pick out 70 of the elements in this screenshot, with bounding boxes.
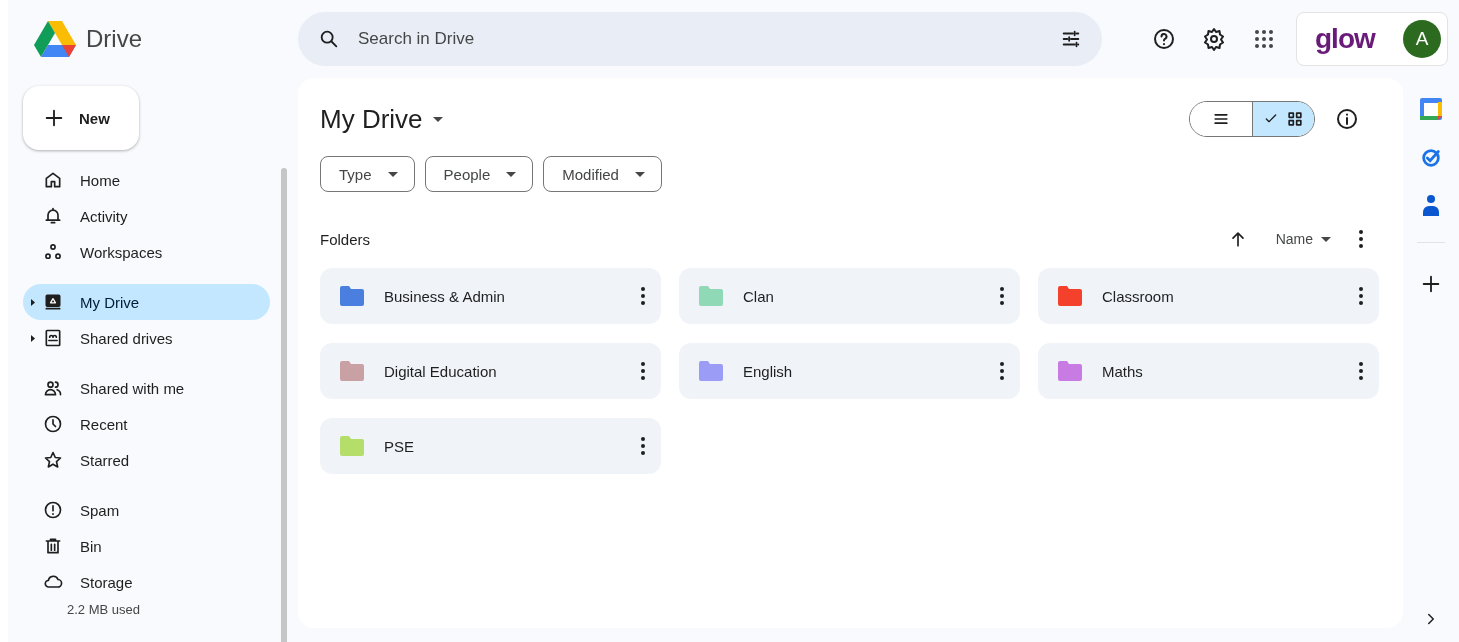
page-title[interactable]: My Drive bbox=[320, 103, 443, 135]
expand-arrow-icon[interactable] bbox=[31, 334, 35, 342]
plus-icon bbox=[1420, 273, 1442, 295]
sidebar-item[interactable]: Shared drives bbox=[23, 320, 270, 356]
settings-icon bbox=[1202, 27, 1226, 51]
folder-card[interactable]: Classroom bbox=[1038, 268, 1379, 324]
sidebar-item[interactable]: Workspaces bbox=[23, 234, 270, 270]
search-input[interactable]: Search in Drive bbox=[356, 28, 1044, 50]
filter-chip[interactable]: Type bbox=[320, 156, 415, 192]
plus-icon bbox=[43, 107, 65, 129]
sidebar-item[interactable]: Storage bbox=[23, 564, 270, 600]
filter-sliders-icon bbox=[1060, 28, 1082, 50]
workspaces-icon bbox=[43, 242, 63, 262]
caret-icon bbox=[634, 171, 645, 177]
search-field[interactable]: Search in Drive bbox=[298, 12, 1102, 66]
storage-text: 2.2 MB used bbox=[67, 602, 141, 617]
title-caret-icon bbox=[432, 116, 443, 122]
sidebar-item[interactable]: Bin bbox=[23, 528, 270, 564]
search-icon bbox=[318, 28, 340, 50]
caret-icon bbox=[506, 171, 517, 177]
trash-icon bbox=[43, 536, 63, 556]
folder-card[interactable]: PSE bbox=[320, 418, 661, 474]
sidebar-item[interactable]: Activity bbox=[23, 198, 270, 234]
account-avatar[interactable]: A bbox=[1403, 20, 1441, 58]
warning-icon bbox=[43, 500, 63, 520]
sidebar-item[interactable]: My Drive bbox=[23, 284, 270, 320]
caret-icon bbox=[1321, 236, 1331, 242]
new-button[interactable]: New bbox=[23, 86, 139, 150]
filter-chip[interactable]: Modified bbox=[543, 156, 662, 192]
brand-logo: glow bbox=[1315, 23, 1375, 55]
more-icon[interactable] bbox=[1000, 362, 1004, 380]
star-icon bbox=[43, 450, 63, 470]
sidebar-item[interactable]: Recent bbox=[23, 406, 270, 442]
sort-button[interactable]: Name bbox=[1275, 231, 1331, 247]
filter-chip[interactable]: People bbox=[424, 156, 534, 192]
folder-card[interactable]: Digital Education bbox=[320, 343, 661, 399]
caret-icon bbox=[387, 171, 398, 177]
expand-arrow-icon[interactable] bbox=[31, 298, 35, 306]
sidebar-item[interactable]: Home bbox=[23, 162, 270, 198]
folder-card[interactable]: Business & Admin bbox=[320, 268, 661, 324]
tasks-icon[interactable] bbox=[1420, 146, 1442, 168]
help-icon bbox=[1152, 27, 1176, 51]
sidebar-item[interactable]: Spam bbox=[23, 492, 270, 528]
app-name: Drive bbox=[86, 25, 142, 53]
grid-view-button[interactable] bbox=[1252, 102, 1314, 136]
drive-icon bbox=[43, 292, 63, 312]
folder-card[interactable]: English bbox=[679, 343, 1020, 399]
person-icon[interactable] bbox=[1421, 194, 1441, 216]
sidebar-item[interactable]: Starred bbox=[23, 442, 270, 478]
section-title: Folders bbox=[320, 230, 371, 248]
more-icon[interactable] bbox=[641, 437, 645, 455]
more-icon[interactable] bbox=[1359, 287, 1363, 305]
more-icon[interactable] bbox=[641, 287, 645, 305]
calendar-icon[interactable] bbox=[1420, 98, 1442, 120]
more-icon[interactable] bbox=[1359, 362, 1363, 380]
bell-icon bbox=[43, 206, 63, 226]
folder-card[interactable]: Maths bbox=[1038, 343, 1379, 399]
people-icon bbox=[43, 378, 63, 398]
shared-drive-icon bbox=[43, 328, 63, 348]
more-icon[interactable] bbox=[641, 362, 645, 380]
more-icon[interactable] bbox=[1359, 230, 1363, 248]
home-icon bbox=[43, 170, 63, 190]
more-icon[interactable] bbox=[1000, 287, 1004, 305]
info-icon bbox=[1335, 107, 1359, 131]
apps-grid-icon bbox=[1252, 27, 1276, 51]
scrollbar[interactable] bbox=[281, 168, 287, 642]
drive-logo-icon bbox=[34, 21, 76, 57]
folder-card[interactable]: Clan bbox=[679, 268, 1020, 324]
clock-icon bbox=[43, 414, 63, 434]
sidebar-item[interactable]: Shared with me bbox=[23, 370, 270, 406]
